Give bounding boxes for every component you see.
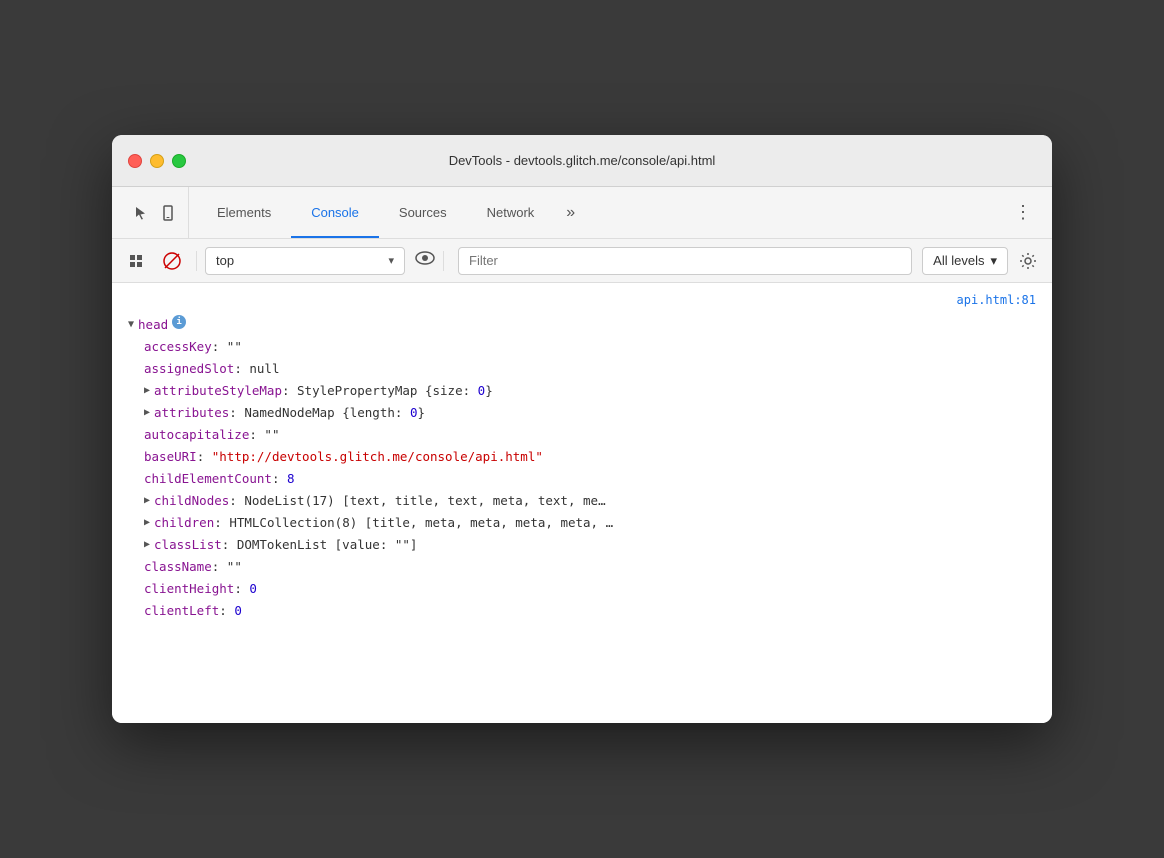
prop-key: baseURI <box>144 447 197 467</box>
prop-childElementCount: childElementCount : 8 <box>112 468 1052 490</box>
prop-expand-arrow[interactable] <box>144 383 150 399</box>
source-link[interactable]: api.html:81 <box>112 291 1052 314</box>
levels-dropdown-arrow: ▾ <box>990 253 997 269</box>
mobile-icon[interactable] <box>158 203 178 223</box>
clear-button[interactable] <box>156 245 188 277</box>
console-output: api.html:81 head i accessKey : "" assign… <box>112 283 1052 723</box>
prop-expand-arrow[interactable] <box>144 515 150 531</box>
tab-sources[interactable]: Sources <box>379 187 467 238</box>
console-toolbar: top ▾ All levels ▾ <box>112 239 1052 283</box>
tab-network[interactable]: Network <box>467 187 555 238</box>
cursor-icon[interactable] <box>130 203 150 223</box>
window-title: DevTools - devtools.glitch.me/console/ap… <box>449 153 716 168</box>
head-row: head i <box>112 314 1052 336</box>
prop-attributes: attributes : NamedNodeMap {length: 0} <box>112 402 1052 424</box>
head-label: head <box>138 315 168 335</box>
prop-key: childNodes <box>154 491 229 511</box>
prop-clientLeft: clientLeft : 0 <box>112 600 1052 622</box>
titlebar: DevTools - devtools.glitch.me/console/ap… <box>112 135 1052 187</box>
tab-more-button[interactable]: » <box>554 187 587 238</box>
context-selector[interactable]: top ▾ <box>205 247 405 275</box>
prop-childNodes: childNodes : NodeList(17) [text, title, … <box>112 490 1052 512</box>
tab-icon-group <box>120 187 189 238</box>
prop-key: assignedSlot <box>144 359 234 379</box>
prop-expand-arrow[interactable] <box>144 405 150 421</box>
tabbar: Elements Console Sources Network » ⋮ <box>112 187 1052 239</box>
toolbar-separator-1 <box>196 251 197 271</box>
tabbar-end: ⋮ <box>1002 187 1044 238</box>
tab-elements[interactable]: Elements <box>197 187 291 238</box>
prop-clientHeight: clientHeight : 0 <box>112 578 1052 600</box>
devtools-window: DevTools - devtools.glitch.me/console/ap… <box>112 135 1052 723</box>
levels-selector[interactable]: All levels ▾ <box>922 247 1008 275</box>
prop-baseURI: baseURI : "http://devtools.glitch.me/con… <box>112 446 1052 468</box>
close-button[interactable] <box>128 154 142 168</box>
toolbar-separator-2 <box>443 251 444 271</box>
context-dropdown-arrow: ▾ <box>388 254 394 267</box>
settings-button[interactable] <box>1012 245 1044 277</box>
prop-key: clientLeft <box>144 601 219 621</box>
head-info-badge[interactable]: i <box>172 315 186 329</box>
more-options-button[interactable]: ⋮ <box>1014 202 1032 223</box>
prop-classList: classList : DOMTokenList [value: ""] <box>112 534 1052 556</box>
maximize-button[interactable] <box>172 154 186 168</box>
prop-attributeStyleMap: attributeStyleMap : StylePropertyMap {si… <box>112 380 1052 402</box>
prop-expand-arrow[interactable] <box>144 493 150 509</box>
eye-button[interactable] <box>415 251 435 270</box>
prop-key: childElementCount <box>144 469 272 489</box>
prop-children: children : HTMLCollection(8) [title, met… <box>112 512 1052 534</box>
prop-key: attributes <box>154 403 229 423</box>
traffic-lights <box>128 154 186 168</box>
prop-key: clientHeight <box>144 579 234 599</box>
minimize-button[interactable] <box>150 154 164 168</box>
filter-input[interactable] <box>458 247 912 275</box>
prop-assignedSlot: assignedSlot : null <box>112 358 1052 380</box>
prop-key: classList <box>154 535 222 555</box>
execute-button[interactable] <box>120 245 152 277</box>
head-expand-arrow[interactable] <box>128 317 134 333</box>
prop-key: className <box>144 557 212 577</box>
prop-accessKey: accessKey : "" <box>112 336 1052 358</box>
prop-key: accessKey <box>144 337 212 357</box>
prop-expand-arrow[interactable] <box>144 537 150 553</box>
prop-className: className : "" <box>112 556 1052 578</box>
prop-key: attributeStyleMap <box>154 381 282 401</box>
prop-autocapitalize: autocapitalize : "" <box>112 424 1052 446</box>
prop-key: children <box>154 513 214 533</box>
tab-console[interactable]: Console <box>291 187 379 238</box>
prop-key: autocapitalize <box>144 425 249 445</box>
